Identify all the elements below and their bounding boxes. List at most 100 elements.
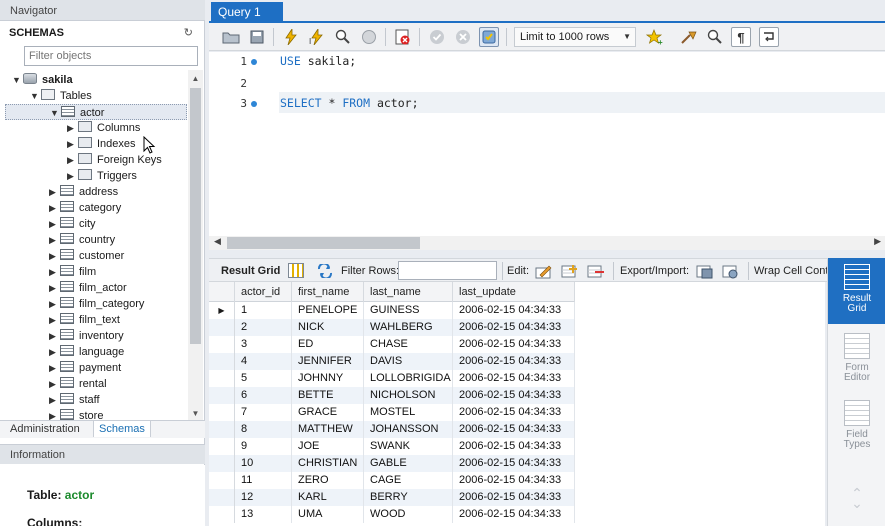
grid-cell-last-update[interactable]: 2006-02-15 04:34:33 xyxy=(453,336,575,353)
grid-cell-actor-id[interactable]: 5 xyxy=(235,370,292,387)
save-icon[interactable] xyxy=(247,27,267,47)
tree-node-tables[interactable]: ▼ Tables xyxy=(30,88,92,104)
grid-cell-last-update[interactable]: 2006-02-15 04:34:33 xyxy=(453,506,575,523)
sql-editor[interactable]: 1 USE sakila; 2 3 SELECT * FROM actor; xyxy=(209,52,885,237)
grid-cell-actor-id[interactable]: 8 xyxy=(235,421,292,438)
grid-cell-last-update[interactable]: 2006-02-15 04:34:33 xyxy=(453,472,575,489)
table-row[interactable]: 11 ZERO CAGE 2006-02-15 04:34:33 xyxy=(209,472,575,489)
grid-cell-last-update[interactable]: 2006-02-15 04:34:33 xyxy=(453,404,575,421)
row-header[interactable] xyxy=(209,387,235,404)
row-header[interactable] xyxy=(209,455,235,472)
row-header[interactable] xyxy=(209,370,235,387)
filter-objects-input[interactable] xyxy=(24,46,198,66)
expand-arrow-icon[interactable]: ▶ xyxy=(49,248,60,264)
tree-node-table[interactable]: ▶ country xyxy=(49,232,115,248)
auto-commit-icon[interactable] xyxy=(479,27,499,47)
table-row[interactable]: ▶ 1 PENELOPE GUINESS 2006-02-15 04:34:33 xyxy=(209,302,575,319)
grid-cell-actor-id[interactable]: 4 xyxy=(235,353,292,370)
tree-scrollbar[interactable]: ▲ ▼ xyxy=(188,70,203,422)
expand-arrow-icon[interactable]: ▶ xyxy=(49,392,60,408)
grid-cell-last-name[interactable]: BERRY xyxy=(364,489,453,506)
expand-arrow-icon[interactable]: ▼ xyxy=(30,88,41,104)
grid-cell-last-update[interactable]: 2006-02-15 04:34:33 xyxy=(453,438,575,455)
grid-cell-last-update[interactable]: 2006-02-15 04:34:33 xyxy=(453,387,575,404)
tree-node-sakila[interactable]: ▼ sakila xyxy=(12,72,73,88)
tree-node-table[interactable]: ▶ film_text xyxy=(49,312,120,328)
grid-cell-actor-id[interactable]: 12 xyxy=(235,489,292,506)
row-header[interactable] xyxy=(209,353,235,370)
table-row[interactable]: 2 NICK WAHLBERG 2006-02-15 04:34:33 xyxy=(209,319,575,336)
explain-icon[interactable] xyxy=(333,27,353,47)
execute-current-icon[interactable]: I xyxy=(307,27,327,47)
grid-cell-last-update[interactable]: 2006-02-15 04:34:33 xyxy=(453,319,575,336)
grid-cell-last-name[interactable]: DAVIS xyxy=(364,353,453,370)
table-row[interactable]: 4 JENNIFER DAVIS 2006-02-15 04:34:33 xyxy=(209,353,575,370)
expand-arrow-icon[interactable]: ▶ xyxy=(49,376,60,392)
grid-cell-last-name[interactable]: WOOD xyxy=(364,506,453,523)
tree-node-indexes[interactable]: ▶ Indexes xyxy=(67,136,136,152)
scroll-left-icon[interactable]: ◀ xyxy=(214,236,221,247)
tree-node-table[interactable]: ▶ customer xyxy=(49,248,124,264)
editor-hscrollbar[interactable]: ◀ ▶ xyxy=(209,236,885,250)
grid-cell-actor-id[interactable]: 11 xyxy=(235,472,292,489)
beautify-icon[interactable] xyxy=(679,27,699,47)
result-grid[interactable]: actor_id first_name last_name last_updat… xyxy=(209,282,825,526)
table-row[interactable]: 9 JOE SWANK 2006-02-15 04:34:33 xyxy=(209,438,575,455)
side-panel-scroll-icon[interactable]: ⌃ ⌄ xyxy=(828,486,885,510)
table-row[interactable]: 6 BETTE NICHOLSON 2006-02-15 04:34:33 xyxy=(209,387,575,404)
limit-rows-select[interactable]: Limit to 1000 rows ▼ xyxy=(514,27,636,47)
row-header[interactable] xyxy=(209,421,235,438)
grid-cell-last-name[interactable]: GABLE xyxy=(364,455,453,472)
grid-cell-first-name[interactable]: ZERO xyxy=(292,472,364,489)
tree-node-columns[interactable]: ▶ Columns xyxy=(67,120,140,136)
tree-node-table[interactable]: ▶ film_actor xyxy=(49,280,127,296)
insert-row-icon[interactable] xyxy=(561,263,579,279)
expand-arrow-icon[interactable]: ▶ xyxy=(67,136,78,152)
column-header[interactable]: first_name xyxy=(292,282,364,302)
commit-icon[interactable] xyxy=(427,27,447,47)
grid-cell-last-update[interactable]: 2006-02-15 04:34:33 xyxy=(453,302,575,319)
tree-node-triggers[interactable]: ▶ Triggers xyxy=(67,168,137,184)
row-header[interactable] xyxy=(209,438,235,455)
expand-arrow-icon[interactable]: ▼ xyxy=(50,105,61,121)
grid-cell-actor-id[interactable]: 10 xyxy=(235,455,292,472)
expand-arrow-icon[interactable]: ▶ xyxy=(67,120,78,136)
invisible-chars-icon[interactable]: ¶ xyxy=(731,27,751,47)
grid-cell-last-name[interactable]: CAGE xyxy=(364,472,453,489)
tab-administration[interactable]: Administration xyxy=(10,423,80,435)
expand-arrow-icon[interactable]: ▶ xyxy=(49,280,60,296)
row-header[interactable] xyxy=(209,319,235,336)
scroll-up-icon[interactable]: ▲ xyxy=(188,74,203,83)
tree-node-table[interactable]: ▶ address xyxy=(49,184,118,200)
column-header[interactable]: last_name xyxy=(364,282,453,302)
grid-cell-actor-id[interactable]: 3 xyxy=(235,336,292,353)
expand-arrow-icon[interactable]: ▶ xyxy=(49,200,60,216)
grid-cell-actor-id[interactable]: 2 xyxy=(235,319,292,336)
row-header[interactable] xyxy=(209,472,235,489)
grid-cell-last-name[interactable]: LOLLOBRIGIDA xyxy=(364,370,453,387)
result-grid-view-button[interactable]: Result Grid xyxy=(828,258,885,324)
column-header[interactable]: last_update xyxy=(453,282,575,302)
row-header[interactable] xyxy=(209,506,235,523)
import-icon[interactable] xyxy=(722,263,740,279)
grid-cell-last-name[interactable]: MOSTEL xyxy=(364,404,453,421)
filter-rows-input[interactable] xyxy=(398,261,497,280)
tree-node-table[interactable]: ▶ rental xyxy=(49,376,107,392)
grid-cell-first-name[interactable]: JOHNNY xyxy=(292,370,364,387)
expand-arrow-icon[interactable]: ▶ xyxy=(49,328,60,344)
form-editor-button[interactable]: Form Editor xyxy=(828,333,885,383)
current-row-pointer-icon[interactable]: ▶ xyxy=(209,302,235,319)
expand-arrow-icon[interactable]: ▶ xyxy=(67,168,78,184)
table-row[interactable]: 3 ED CHASE 2006-02-15 04:34:33 xyxy=(209,336,575,353)
grid-cell-first-name[interactable]: PENELOPE xyxy=(292,302,364,319)
tree-node-table[interactable]: ▶ film xyxy=(49,264,96,280)
tree-node-table[interactable]: ▶ payment xyxy=(49,360,121,376)
grid-cell-first-name[interactable]: NICK xyxy=(292,319,364,336)
expand-arrow-icon[interactable]: ▶ xyxy=(49,216,60,232)
grid-cell-last-name[interactable]: SWANK xyxy=(364,438,453,455)
grid-cell-last-name[interactable]: CHASE xyxy=(364,336,453,353)
table-row[interactable]: 12 KARL BERRY 2006-02-15 04:34:33 xyxy=(209,489,575,506)
grid-cell-last-update[interactable]: 2006-02-15 04:34:33 xyxy=(453,370,575,387)
grid-cell-first-name[interactable]: JOE xyxy=(292,438,364,455)
scrollbar-thumb[interactable] xyxy=(227,237,420,249)
